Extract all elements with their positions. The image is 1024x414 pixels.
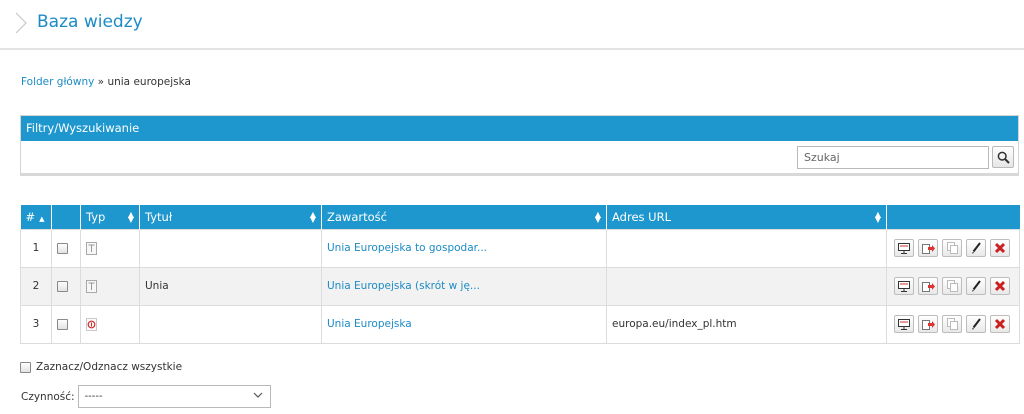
text-document-icon <box>86 241 97 255</box>
link-icon <box>86 317 97 331</box>
breadcrumb-root-link[interactable]: Folder główny <box>21 76 94 88</box>
filter-panel-title: Filtry/Wyszukiwanie <box>21 116 1018 141</box>
row-select-cell <box>51 228 81 268</box>
sort-icon: ▲ ▼ <box>309 210 316 224</box>
row-content-cell: Unia Europejska <box>321 304 607 344</box>
copy-icon <box>946 318 958 330</box>
row-title <box>139 228 322 268</box>
row-url <box>606 228 887 268</box>
row-url: europa.eu/index_pl.htm <box>606 304 887 344</box>
move-icon <box>921 243 935 254</box>
move-button[interactable] <box>918 239 938 257</box>
table-header-row: # ▲ Typ ▲ ▼ Tytuł ▲ ▼ Zawartość ▲ ▼ Adres URL ▲ ▼ <box>20 205 1020 229</box>
move-icon <box>921 319 935 330</box>
edit-button[interactable] <box>966 277 986 295</box>
page-title: Baza wiedzy <box>37 12 143 32</box>
move-button[interactable] <box>918 277 938 295</box>
copy-button[interactable] <box>942 277 962 295</box>
row-checkbox[interactable] <box>57 242 68 254</box>
row-url <box>606 266 887 306</box>
delete-icon <box>994 280 1006 292</box>
delete-button[interactable] <box>990 277 1010 295</box>
column-header-content[interactable]: Zawartość ▲ ▼ <box>321 205 607 229</box>
column-header-select <box>51 205 81 229</box>
row-checkbox[interactable] <box>57 280 68 292</box>
delete-button[interactable] <box>990 239 1010 257</box>
search-input[interactable] <box>797 146 989 169</box>
chevron-right-icon <box>15 12 27 34</box>
preview-icon <box>898 242 910 254</box>
breadcrumb-current: unia europejska <box>107 76 191 88</box>
page-header: Baza wiedzy <box>0 0 1024 50</box>
edit-icon <box>971 318 981 330</box>
breadcrumb: Folder główny » unia europejska <box>21 76 191 88</box>
move-button[interactable] <box>918 315 938 333</box>
row-content-cell: Unia Europejska to gospodar... <box>321 228 607 268</box>
row-content-link[interactable]: Unia Europejska to gospodar... <box>327 242 487 254</box>
row-title: Unia <box>139 266 322 306</box>
action-select[interactable]: ----- <box>77 385 271 408</box>
preview-icon <box>898 280 910 292</box>
delete-icon <box>994 242 1006 254</box>
chevron-down-icon <box>253 392 263 398</box>
column-header-number[interactable]: # ▲ <box>20 205 52 229</box>
select-all-row: Zaznacz/Odznacz wszystkie <box>20 361 182 373</box>
sort-asc-icon: ▲ <box>39 214 45 223</box>
edit-button[interactable] <box>966 315 986 333</box>
edit-button[interactable] <box>966 239 986 257</box>
row-content-link[interactable]: Unia Europejska (skrót w ję... <box>327 280 480 292</box>
search-icon <box>997 151 1010 164</box>
preview-button[interactable] <box>894 239 914 257</box>
column-header-type[interactable]: Typ ▲ ▼ <box>80 205 140 229</box>
items-table: # ▲ Typ ▲ ▼ Tytuł ▲ ▼ Zawartość ▲ ▼ Adres URL ▲ ▼… <box>20 205 1020 344</box>
row-type-cell <box>80 304 140 344</box>
row-content-link[interactable]: Unia Europejska <box>327 318 412 330</box>
table-row: 2 Unia Unia Europejska (skrót w ję... <box>20 266 1020 306</box>
edit-icon <box>971 242 981 254</box>
row-select-cell <box>51 266 81 306</box>
row-actions-cell <box>886 228 1020 268</box>
copy-button[interactable] <box>942 239 962 257</box>
filter-panel: Filtry/Wyszukiwanie <box>20 115 1019 176</box>
sort-icon: ▲ ▼ <box>874 210 881 224</box>
column-header-url[interactable]: Adres URL ▲ ▼ <box>606 205 887 229</box>
preview-button[interactable] <box>894 277 914 295</box>
row-title <box>139 304 322 344</box>
search-button[interactable] <box>992 146 1014 168</box>
row-number: 2 <box>20 266 52 306</box>
row-select-cell <box>51 304 81 344</box>
delete-button[interactable] <box>990 315 1010 333</box>
select-all-label[interactable]: Zaznacz/Odznacz wszystkie <box>36 361 182 373</box>
table-row: 3 Unia Europejska europa.eu/index_pl.htm <box>20 304 1020 344</box>
sort-icon: ▲ ▼ <box>594 210 601 224</box>
column-header-actions <box>886 205 1020 229</box>
row-content-cell: Unia Europejska (skrót w ję... <box>321 266 607 306</box>
preview-icon <box>898 318 910 330</box>
row-actions-cell <box>886 304 1020 344</box>
bulk-action-row: Czynność: ----- <box>21 385 271 408</box>
row-checkbox[interactable] <box>57 318 68 330</box>
table-row: 1 Unia Europejska to gospodar... <box>20 228 1020 268</box>
copy-button[interactable] <box>942 315 962 333</box>
select-all-checkbox[interactable] <box>20 361 31 373</box>
delete-icon <box>994 318 1006 330</box>
row-number: 3 <box>20 304 52 344</box>
column-header-title[interactable]: Tytuł ▲ ▼ <box>139 205 322 229</box>
row-number: 1 <box>20 228 52 268</box>
move-icon <box>921 281 935 292</box>
row-type-cell <box>80 228 140 268</box>
action-select-value: ----- <box>84 391 103 402</box>
breadcrumb-separator: » <box>97 76 105 88</box>
preview-button[interactable] <box>894 315 914 333</box>
copy-icon <box>946 242 958 254</box>
row-type-cell <box>80 266 140 306</box>
text-document-icon <box>86 279 97 293</box>
sort-icon: ▲ ▼ <box>127 210 134 224</box>
copy-icon <box>946 280 958 292</box>
action-label: Czynność: <box>21 390 75 403</box>
edit-icon <box>971 280 981 292</box>
row-actions-cell <box>886 266 1020 306</box>
